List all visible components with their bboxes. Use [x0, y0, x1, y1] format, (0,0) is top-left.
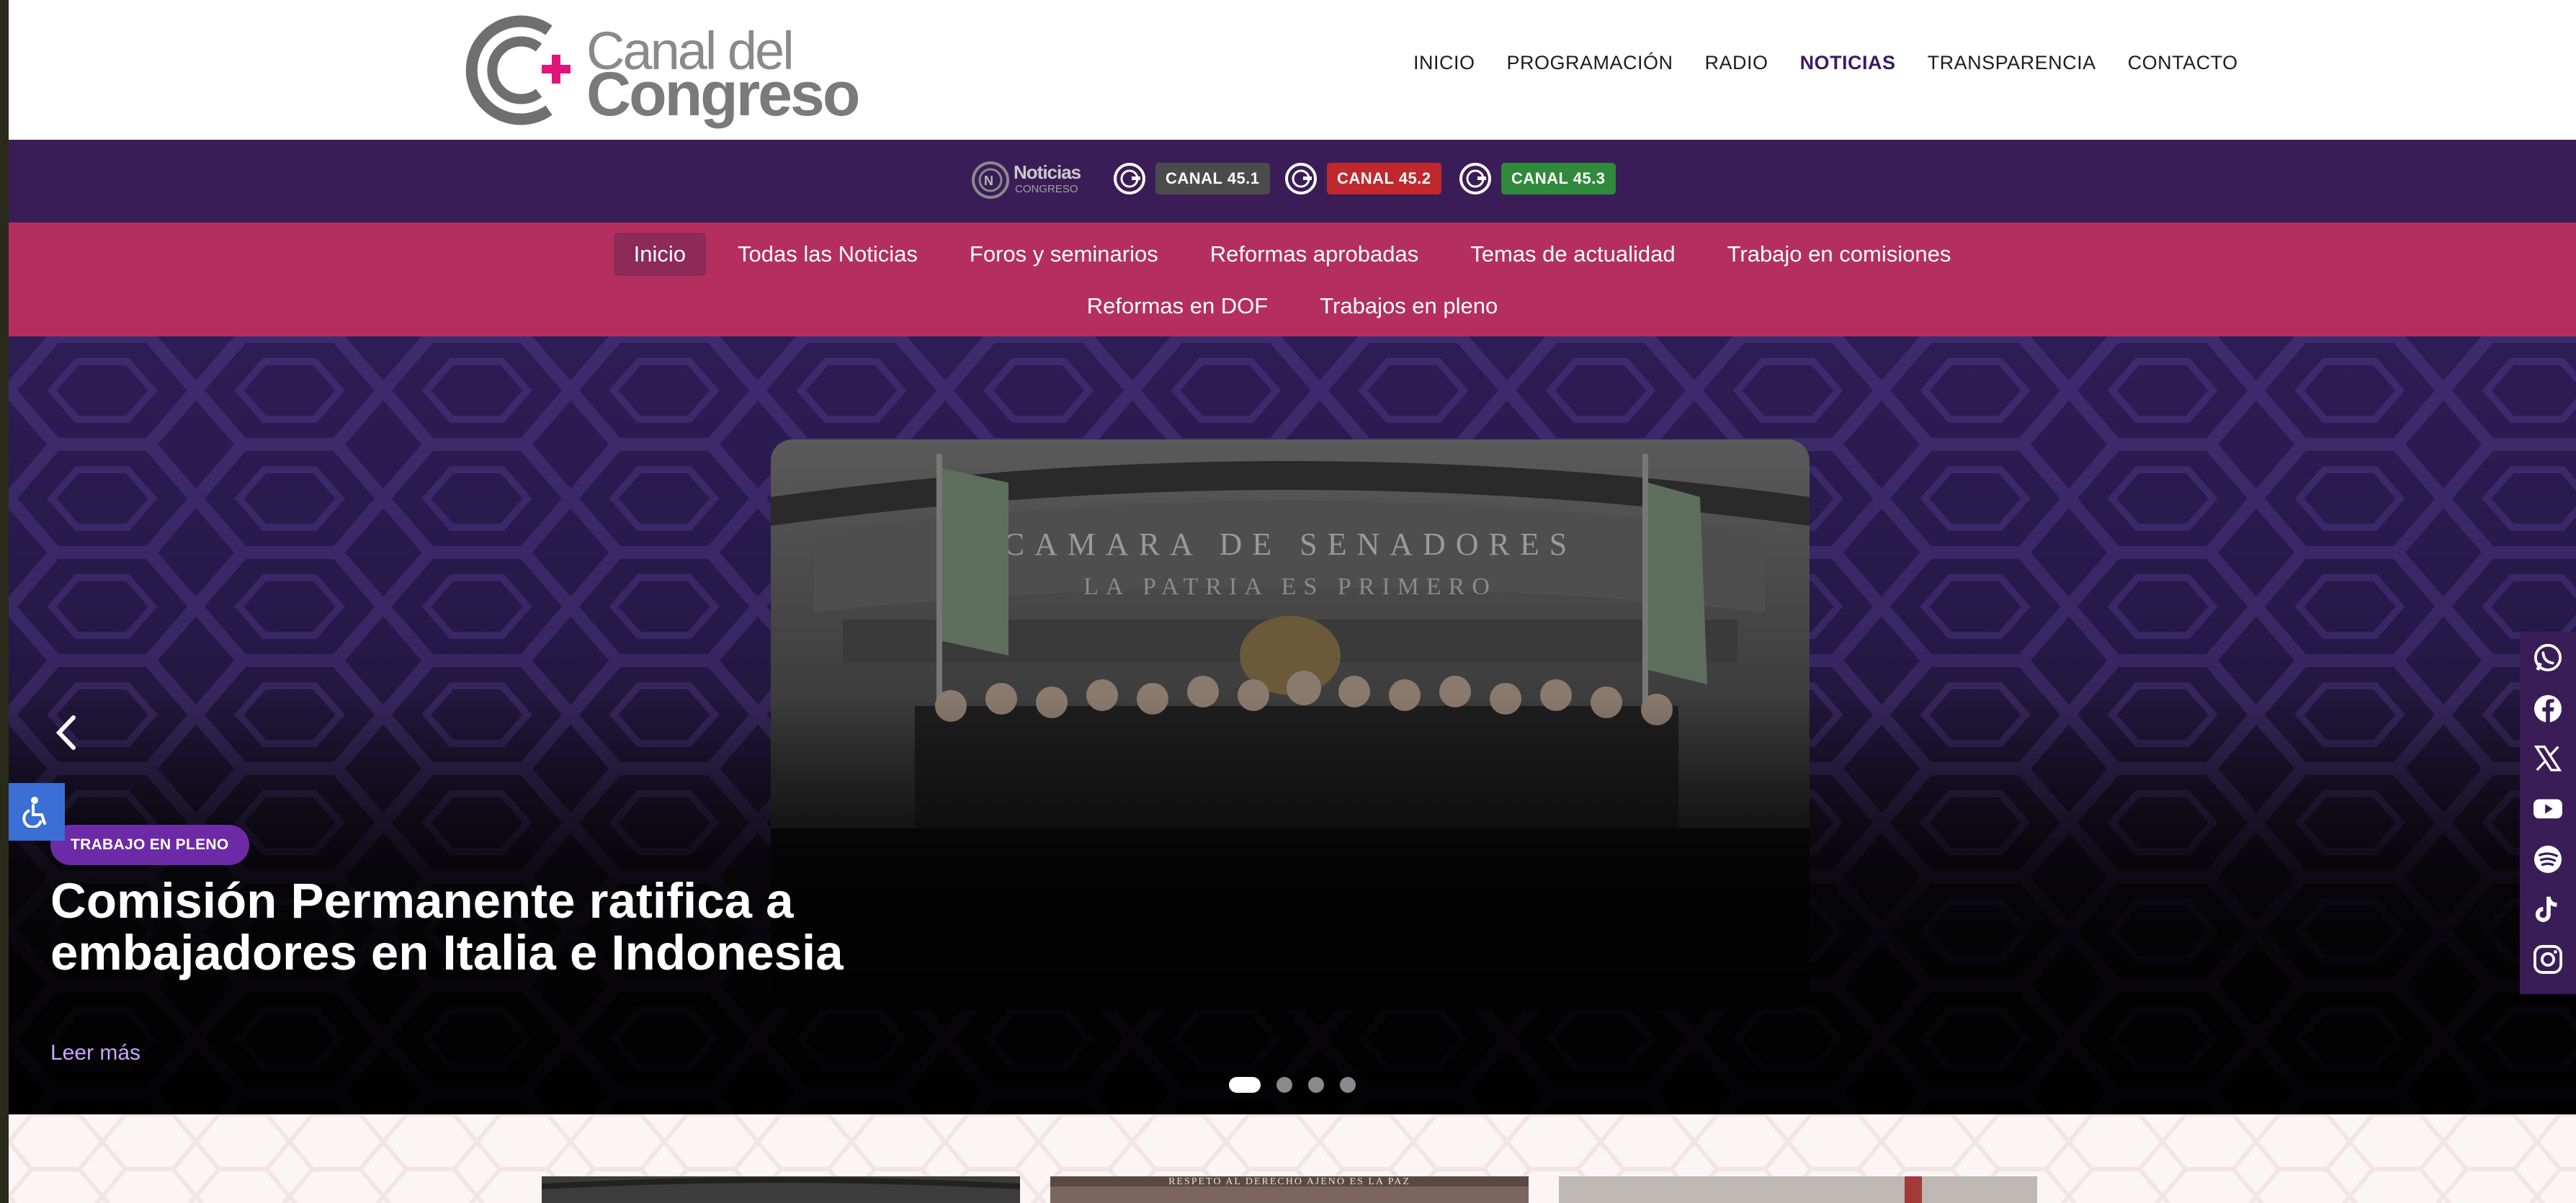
carousel-dot[interactable] [1340, 1077, 1356, 1093]
channel-badge: CANAL 45.1 [1155, 163, 1270, 194]
accessibility-icon [22, 797, 46, 828]
news-thumbnail-image [1559, 1176, 2037, 1203]
social-sidebar [2520, 632, 2576, 994]
category-row-2: Reformas en DOF Trabajos en pleno [9, 285, 2576, 328]
site-header: Canal del Congreso INICIO PROGRAMACIÓN R… [9, 0, 2576, 140]
carousel-prev-arrow-icon[interactable] [49, 707, 85, 758]
carousel-dot[interactable] [1229, 1077, 1261, 1093]
category-foros-y-seminarios[interactable]: Foros y seminarios [949, 233, 1179, 276]
channel-logo-icon [1285, 163, 1317, 194]
nav-programacion[interactable]: PROGRAMACIÓN [1507, 52, 1673, 74]
nav-inicio[interactable]: INICIO [1413, 52, 1475, 74]
page: Canal del Congreso INICIO PROGRAMACIÓN R… [9, 0, 2576, 1203]
background-strip [0, 0, 9, 1203]
category-row-1: Inicio Todas las Noticias Foros y semina… [9, 233, 2576, 276]
top-navigation: INICIO PROGRAMACIÓN RADIO NOTICIAS TRANS… [1413, 52, 2270, 74]
instagram-icon[interactable] [2531, 944, 2564, 975]
news-thumbnail-image [542, 1176, 1020, 1203]
channel-45-2[interactable]: CANAL 45.2 [1284, 161, 1441, 196]
news-thumbnail-image: RESPETO AL DERECHO AJENO ES LA PAZ [1050, 1176, 1529, 1203]
news-card-thumbnail[interactable] [542, 1176, 1020, 1203]
nav-transparencia[interactable]: TRANSPARENCIA [1928, 52, 2096, 74]
noticias-logo-text: Noticias [1014, 161, 1081, 183]
category-trabajo-en-comisiones[interactable]: Trabajo en comisiones [1707, 233, 1972, 276]
news-card-thumbnail[interactable]: RESPETO AL DERECHO AJENO ES LA PAZ [1050, 1176, 1529, 1203]
site-logo[interactable]: Canal del Congreso [464, 14, 860, 129]
category-trabajos-en-pleno[interactable]: Trabajos en pleno [1300, 285, 1518, 328]
category-reformas-aprobadas[interactable]: Reformas aprobadas [1190, 233, 1439, 276]
channel-badge: CANAL 45.2 [1327, 163, 1441, 194]
x-icon[interactable] [2531, 743, 2564, 774]
accessibility-button[interactable] [9, 783, 65, 841]
facebook-icon[interactable] [2531, 693, 2564, 725]
category-reformas-en-dof[interactable]: Reformas en DOF [1067, 285, 1289, 328]
whatsapp-icon[interactable] [2531, 643, 2564, 674]
chamber-motto: LA PATRIA ES PRIMERO [1083, 573, 1497, 600]
tiktok-icon[interactable] [2531, 894, 2564, 926]
carousel-pagination [1229, 1077, 1372, 1093]
logo-mark-icon [465, 15, 571, 125]
channel-logo-icon [1114, 163, 1145, 194]
category-navigation: Inicio Todas las Noticias Foros y semina… [9, 223, 2576, 336]
category-temas-de-actualidad[interactable]: Temas de actualidad [1450, 233, 1695, 276]
hero-title[interactable]: Comisión Permanente ratifica a embajador… [50, 875, 915, 979]
channel-45-3[interactable]: CANAL 45.3 [1458, 161, 1616, 196]
nav-noticias[interactable]: NOTICIAS [1800, 52, 1896, 74]
svg-text:N: N [984, 174, 993, 188]
thumbnail-inscription: RESPETO AL DERECHO AJENO ES LA PAZ [1168, 1176, 1410, 1187]
spotify-icon[interactable] [2531, 844, 2564, 875]
carousel-dot[interactable] [1308, 1077, 1324, 1093]
noticias-logo-icon: N [972, 161, 1009, 199]
category-inicio[interactable]: Inicio [613, 233, 707, 276]
logo-text-line2: Congreso [586, 60, 860, 129]
channel-logo-icon [1459, 163, 1491, 194]
channel-badge: CANAL 45.3 [1501, 163, 1616, 194]
read-more-link[interactable]: Leer más [50, 1041, 140, 1065]
youtube-icon[interactable] [2531, 793, 2564, 825]
nav-contacto[interactable]: CONTACTO [2128, 52, 2238, 74]
channel-bar: N Noticias CONGRESO CANAL 45.1 CANAL 45.… [9, 140, 2576, 223]
hero-carousel: CAMARA DE SENADORES LA PATRIA ES PRIMERO [9, 336, 2576, 1114]
noticias-congreso-logo[interactable]: N Noticias CONGRESO [970, 160, 1086, 202]
nav-radio[interactable]: RADIO [1705, 52, 1768, 74]
news-card-thumbnail[interactable] [1559, 1176, 2037, 1203]
noticias-logo-subtext: CONGRESO [1015, 183, 1078, 195]
category-todas-las-noticias[interactable]: Todas las Noticias [717, 233, 938, 276]
carousel-dot[interactable] [1276, 1077, 1292, 1093]
chamber-inscription: CAMARA DE SENADORES [1003, 527, 1578, 562]
hero-category-tag[interactable]: TRABAJO EN PLENO [50, 825, 249, 865]
news-grid-section: RESPETO AL DERECHO AJENO ES LA PAZ [9, 1114, 2576, 1203]
channel-45-1[interactable]: CANAL 45.1 [1112, 161, 1270, 196]
